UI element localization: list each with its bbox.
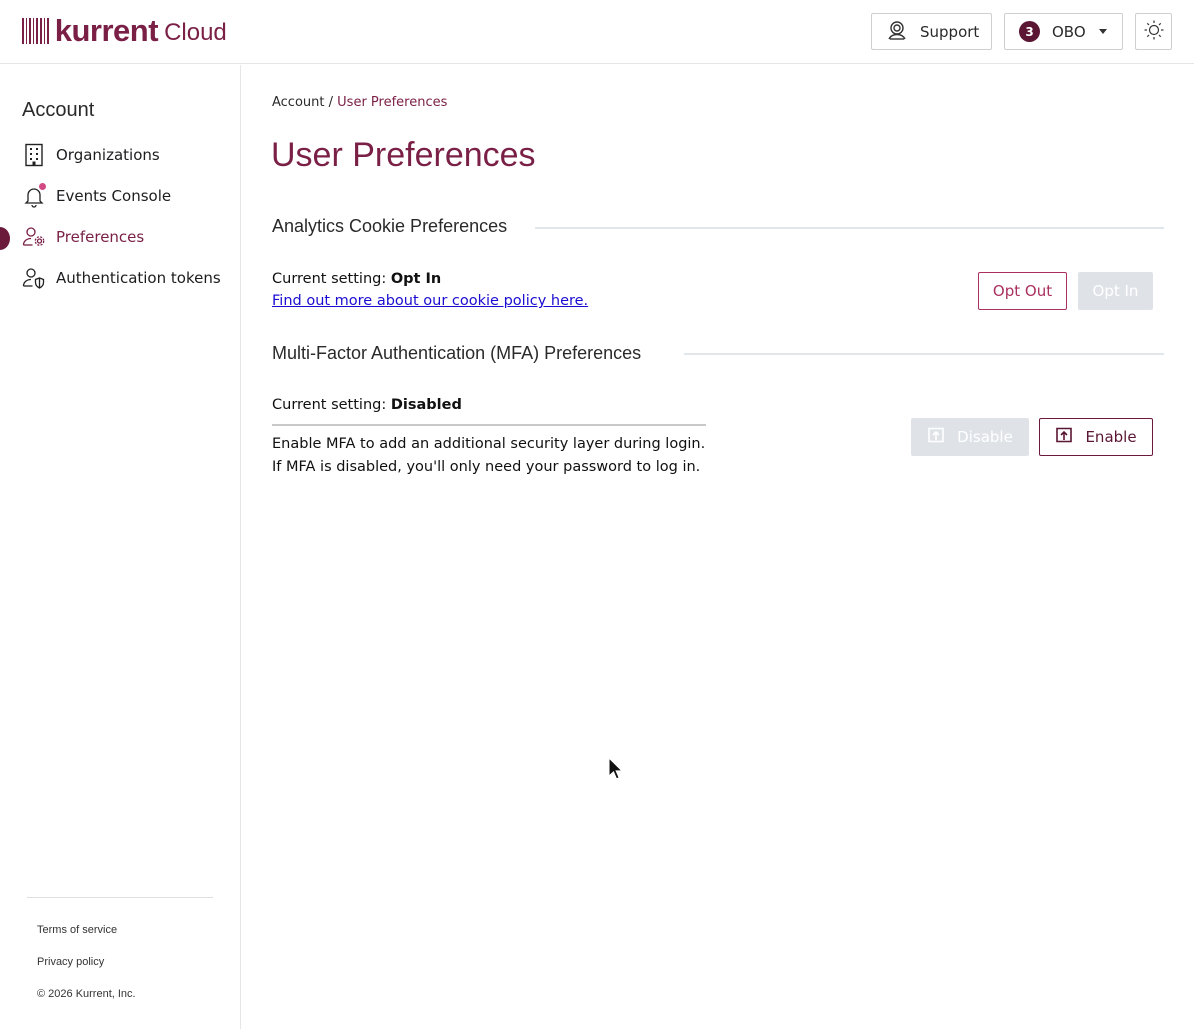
active-indicator bbox=[0, 227, 10, 250]
enable-mfa-button[interactable]: Enable bbox=[1039, 418, 1153, 456]
mfa-description-line-2: If MFA is disabled, you'll only need you… bbox=[272, 459, 701, 475]
mfa-separator bbox=[272, 424, 706, 426]
section-divider bbox=[535, 227, 1164, 229]
sidebar-title: Account bbox=[22, 99, 95, 121]
bell-icon bbox=[22, 183, 46, 208]
theme-toggle-button[interactable] bbox=[1135, 13, 1172, 50]
breadcrumb: Account / User Preferences bbox=[272, 95, 447, 110]
setting-prefix: Current setting: bbox=[272, 271, 391, 287]
breadcrumb-current: User Preferences bbox=[337, 95, 448, 110]
sidebar-item-label: Events Console bbox=[56, 187, 172, 205]
terms-link[interactable]: Terms of service bbox=[37, 924, 117, 936]
sidebar-item-preferences[interactable]: Preferences bbox=[22, 223, 237, 251]
mfa-section-heading: Multi-Factor Authentication (MFA) Prefer… bbox=[272, 343, 642, 363]
user-settings-icon bbox=[22, 225, 46, 249]
copyright-text: © 2026 Kurrent, Inc. bbox=[37, 988, 136, 1000]
notification-dot bbox=[39, 183, 46, 190]
opt-out-button[interactable]: Opt Out bbox=[978, 272, 1067, 310]
logo-bars-icon bbox=[22, 17, 49, 45]
support-button[interactable]: Support bbox=[871, 13, 992, 50]
sidebar-divider bbox=[27, 897, 213, 898]
user-shield-icon bbox=[22, 266, 46, 290]
org-count-badge: 3 bbox=[1019, 21, 1040, 42]
mfa-description-line-1: Enable MFA to add an additional security… bbox=[272, 436, 706, 452]
mfa-current-setting: Current setting: Disabled bbox=[272, 397, 462, 413]
sidebar: Account Organizations Events Console Pre… bbox=[0, 65, 241, 1029]
page-title: User Preferences bbox=[271, 136, 536, 174]
top-header: kurrent Cloud Support 3 OBO bbox=[0, 0, 1194, 64]
box-arrow-up-icon bbox=[927, 427, 945, 447]
breadcrumb-root[interactable]: Account bbox=[272, 95, 325, 110]
box-arrow-up-icon bbox=[1055, 427, 1073, 447]
enable-label: Enable bbox=[1085, 428, 1137, 446]
analytics-section-heading: Analytics Cookie Preferences bbox=[272, 216, 508, 236]
cookie-policy-link[interactable]: Find out more about our cookie policy he… bbox=[272, 293, 588, 309]
setting-value: Disabled bbox=[390, 397, 462, 413]
sidebar-item-label: Preferences bbox=[56, 228, 145, 246]
sidebar-item-label: Authentication tokens bbox=[56, 269, 221, 287]
support-label: Support bbox=[920, 22, 980, 41]
sidebar-item-events-console[interactable]: Events Console bbox=[22, 182, 237, 210]
kurrent-cloud-logo[interactable]: kurrent Cloud bbox=[22, 14, 227, 48]
sidebar-item-authentication-tokens[interactable]: Authentication tokens bbox=[22, 264, 237, 292]
mouse-cursor-icon bbox=[608, 756, 624, 785]
logo-wordmark: kurrent bbox=[54, 13, 159, 48]
headset-icon bbox=[886, 19, 908, 45]
section-divider bbox=[684, 353, 1164, 355]
disable-mfa-button[interactable]: Disable bbox=[911, 418, 1029, 456]
disable-label: Disable bbox=[957, 428, 1013, 446]
building-icon bbox=[22, 143, 46, 167]
organization-selector[interactable]: 3 OBO bbox=[1004, 13, 1123, 50]
logo-suffix: Cloud bbox=[164, 18, 227, 46]
analytics-current-setting: Current setting: Opt In bbox=[272, 271, 441, 287]
breadcrumb-separator: / bbox=[324, 95, 338, 110]
setting-value: Opt In bbox=[390, 271, 442, 287]
org-name: OBO bbox=[1052, 22, 1086, 41]
sun-icon bbox=[1143, 19, 1165, 45]
sidebar-item-organizations[interactable]: Organizations bbox=[22, 141, 237, 169]
setting-prefix: Current setting: bbox=[272, 397, 391, 413]
sidebar-item-label: Organizations bbox=[56, 146, 160, 164]
privacy-link[interactable]: Privacy policy bbox=[37, 956, 104, 968]
opt-in-button[interactable]: Opt In bbox=[1078, 272, 1153, 310]
chevron-down-icon bbox=[1098, 29, 1107, 34]
